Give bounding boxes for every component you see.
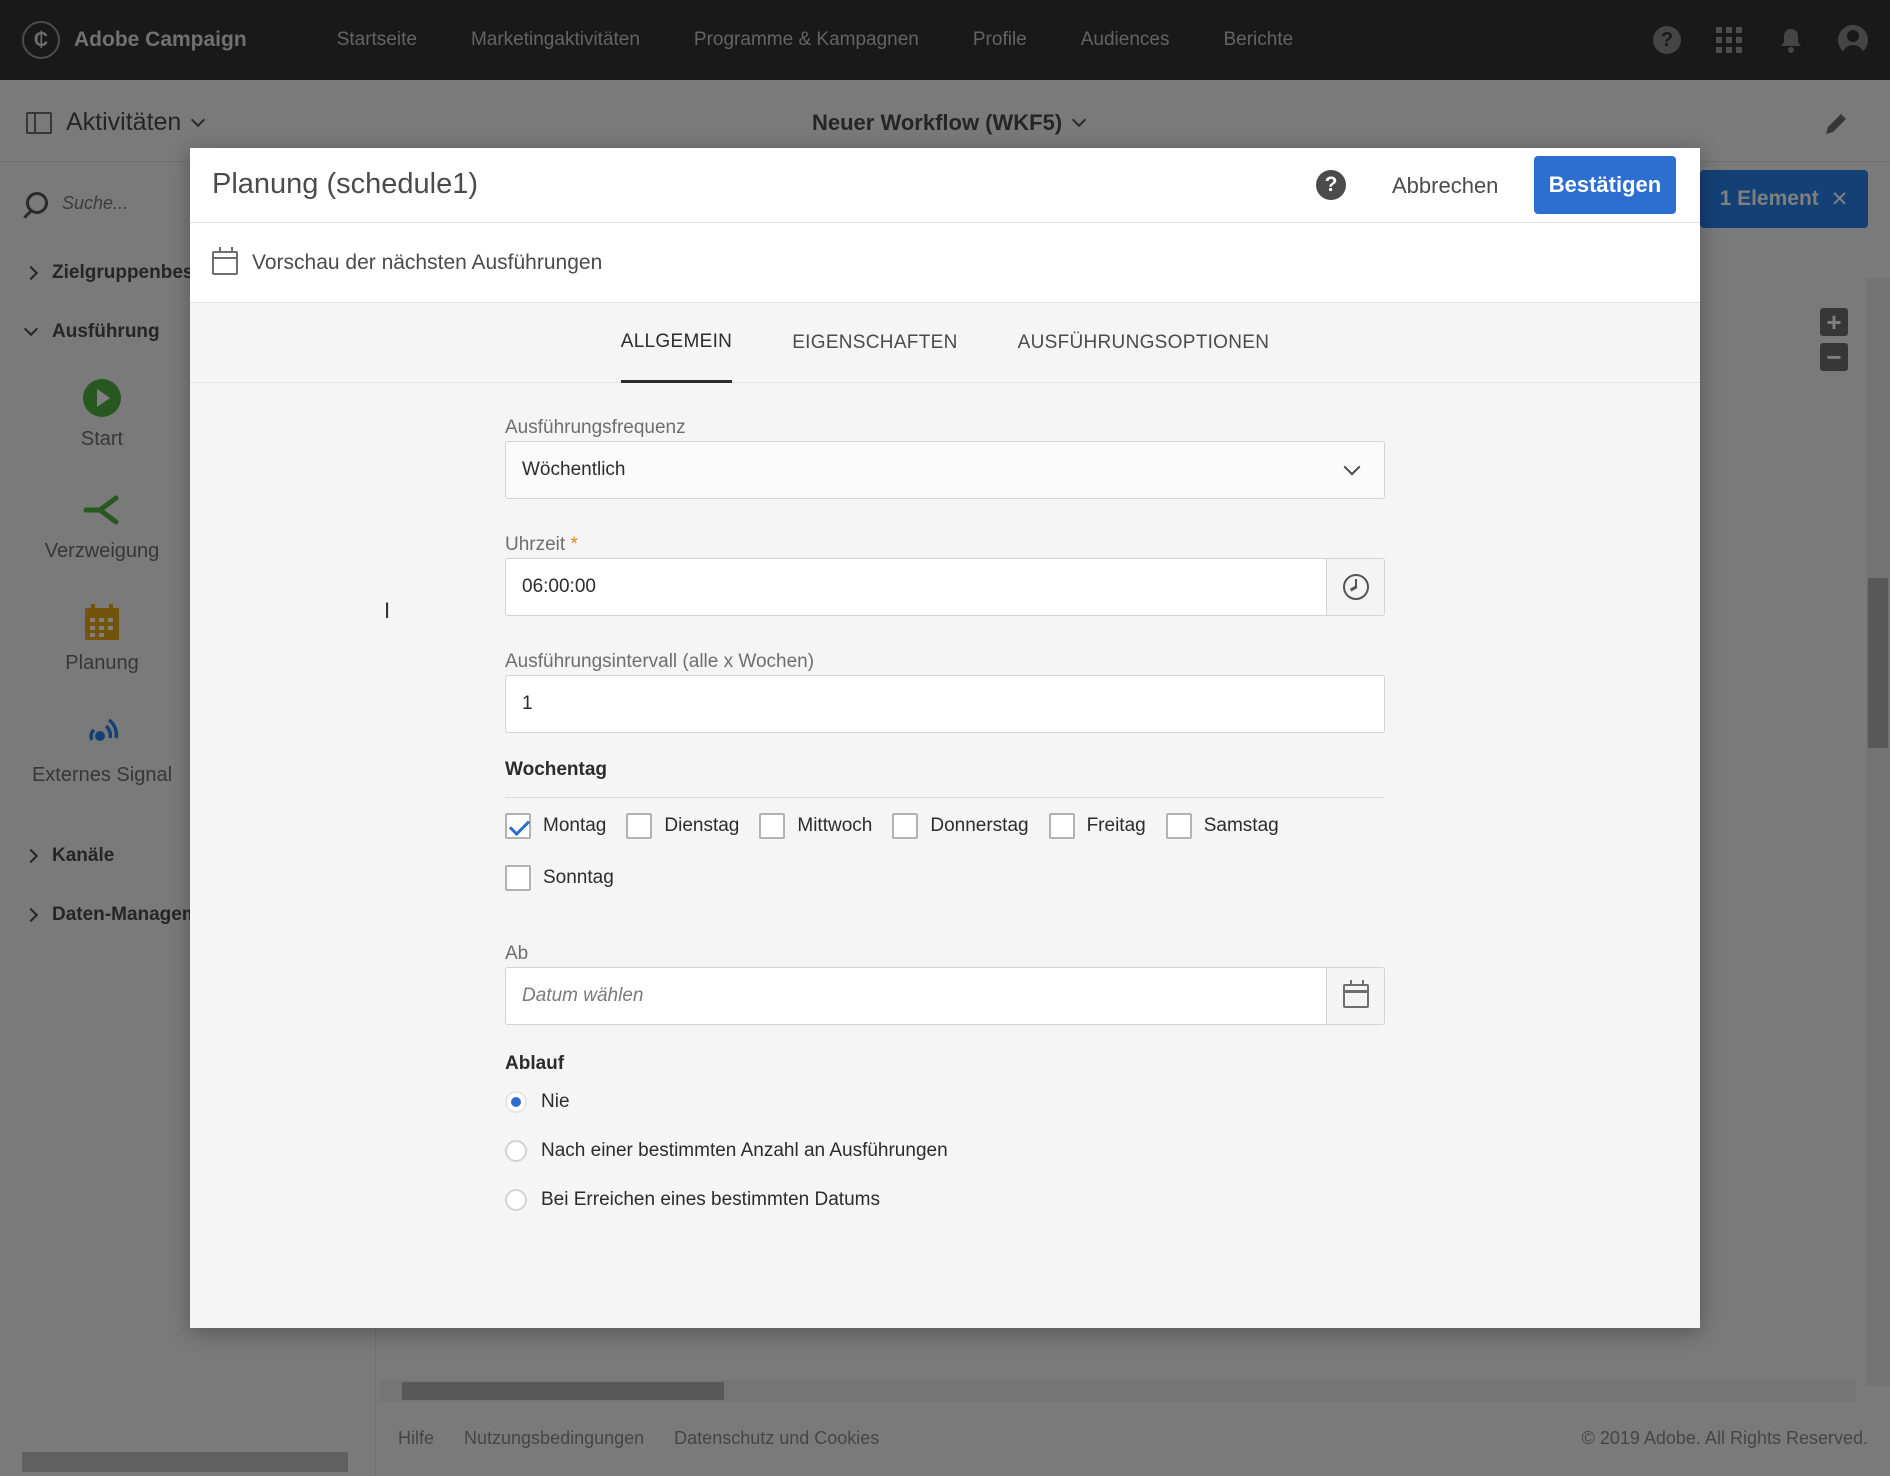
from-date-input[interactable] xyxy=(506,968,1326,1024)
checkbox-icon xyxy=(892,813,919,839)
interval-field xyxy=(505,675,1385,733)
weekday-label: Samstag xyxy=(1203,815,1279,836)
help-icon[interactable]: ? xyxy=(1316,170,1346,200)
tab-allgemein[interactable]: ALLGEMEIN xyxy=(620,303,733,383)
frequency-value: Wöchentlich xyxy=(522,459,626,480)
tab-eigenschaften[interactable]: EIGENSCHAFTEN xyxy=(792,303,957,383)
from-label: Ab xyxy=(505,943,529,964)
schedule-dialog: Planung (schedule1) ? Abbrechen Bestätig… xyxy=(190,148,1700,1328)
weekday-label: Dienstag xyxy=(664,815,740,836)
expiry-radio-anzahl[interactable]: Nach einer bestimmten Anzahl an Ausführu… xyxy=(505,1140,948,1162)
weekday-divider xyxy=(505,797,1385,798)
chevron-down-icon xyxy=(1343,458,1361,476)
checkbox-icon xyxy=(1048,813,1075,839)
radio-selected-icon xyxy=(505,1091,527,1113)
weekday-checkboxes-row2: Sonntag xyxy=(505,865,634,891)
weekday-label: Sonntag xyxy=(543,867,614,888)
checkbox-icon xyxy=(626,813,653,839)
checkbox-icon xyxy=(1165,813,1192,839)
cancel-button[interactable]: Abbrechen xyxy=(1392,166,1498,206)
weekday-checkbox-freitag[interactable]: Freitag xyxy=(1048,813,1146,839)
weekday-title: Wochentag xyxy=(505,759,608,780)
preview-next-executions[interactable]: Vorschau der nächsten Ausführungen xyxy=(190,223,1700,303)
time-label: Uhrzeit * xyxy=(505,534,578,556)
time-picker-button[interactable] xyxy=(1326,559,1384,615)
checkbox-icon xyxy=(759,813,786,839)
required-marker: * xyxy=(570,534,578,555)
checkbox-icon xyxy=(505,865,531,891)
radio-label: Nach einer bestimmten Anzahl an Ausführu… xyxy=(541,1140,948,1161)
radio-label: Bei Erreichen eines bestimmten Datums xyxy=(541,1189,880,1210)
weekday-checkbox-dienstag[interactable]: Dienstag xyxy=(626,813,739,839)
time-field xyxy=(505,558,1385,616)
clock-icon xyxy=(1342,574,1369,600)
weekday-checkbox-sonntag[interactable]: Sonntag xyxy=(505,865,614,891)
dialog-title: Planung (schedule1) xyxy=(212,168,479,200)
preview-label: Vorschau der nächsten Ausführungen xyxy=(252,250,603,274)
radio-label: Nie xyxy=(541,1091,570,1112)
weekday-checkbox-mittwoch[interactable]: Mittwoch xyxy=(759,813,872,839)
from-date-field xyxy=(505,967,1385,1025)
weekday-label: Freitag xyxy=(1086,815,1146,836)
dialog-tabs: ALLGEMEIN EIGENSCHAFTEN AUSFÜHRUNGSOPTIO… xyxy=(190,303,1700,383)
checkbox-checked-icon xyxy=(505,813,531,839)
frequency-label: Ausführungsfrequenz xyxy=(505,417,686,438)
expiry-radio-datum[interactable]: Bei Erreichen eines bestimmten Datums xyxy=(505,1189,880,1211)
text-cursor-icon: I xyxy=(384,598,391,623)
weekday-label: Montag xyxy=(543,815,607,836)
confirm-button[interactable]: Bestätigen xyxy=(1534,156,1676,214)
weekday-checkboxes: Montag Dienstag Mittwoch Donnerstag Frei… xyxy=(505,813,1299,839)
time-input[interactable] xyxy=(506,559,1326,615)
date-picker-button[interactable] xyxy=(1326,968,1384,1024)
weekday-label: Donnerstag xyxy=(930,815,1029,836)
radio-icon xyxy=(505,1140,527,1162)
interval-input[interactable] xyxy=(506,676,1384,732)
tab-ausfuehrungsoptionen[interactable]: AUSFÜHRUNGSOPTIONEN xyxy=(1018,303,1270,383)
weekday-checkbox-samstag[interactable]: Samstag xyxy=(1165,813,1279,839)
calendar-icon xyxy=(1342,980,1369,1008)
time-label-text: Uhrzeit xyxy=(505,534,566,555)
weekday-label: Mittwoch xyxy=(797,815,873,836)
calendar-icon xyxy=(212,246,238,275)
radio-icon xyxy=(505,1189,527,1211)
frequency-select[interactable]: Wöchentlich xyxy=(505,441,1385,499)
interval-label: Ausführungsintervall (alle x Wochen) xyxy=(505,651,815,672)
weekday-checkbox-donnerstag[interactable]: Donnerstag xyxy=(892,813,1029,839)
dialog-header: Planung (schedule1) ? Abbrechen Bestätig… xyxy=(190,148,1700,223)
expiry-radio-nie[interactable]: Nie xyxy=(505,1091,570,1113)
weekday-checkbox-montag[interactable]: Montag xyxy=(505,813,606,839)
expiry-title: Ablauf xyxy=(505,1053,565,1074)
